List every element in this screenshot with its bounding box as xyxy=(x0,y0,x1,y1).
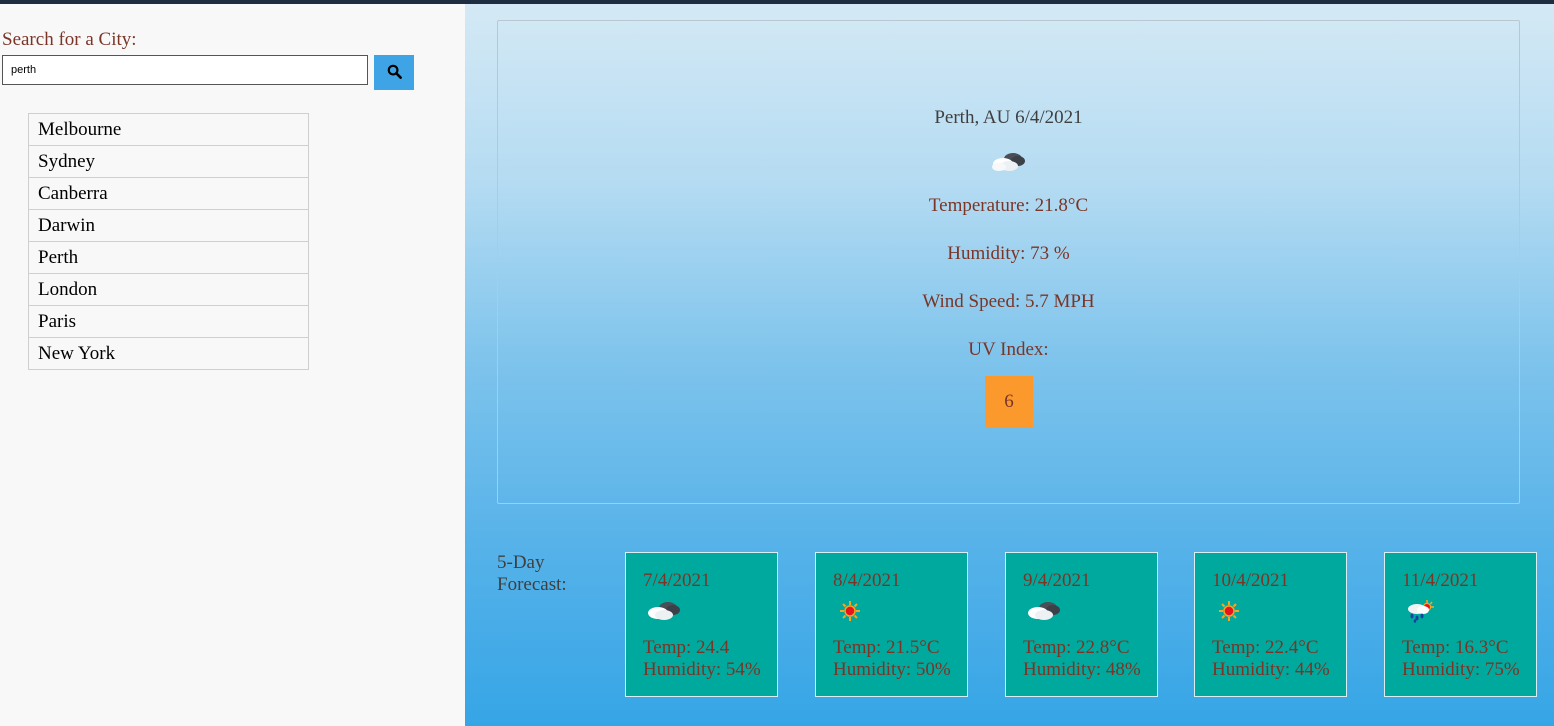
search-label: Search for a City: xyxy=(2,29,137,50)
cloudy-icon xyxy=(1026,599,1062,626)
rain-sun-icon xyxy=(1405,599,1437,628)
city-heading: Perth, AU 6/4/2021 xyxy=(934,107,1083,128)
weather-panel: Perth, AU 6/4/2021 Temperature: 21.8°C H… xyxy=(465,4,1554,726)
uv-index-badge: 6 xyxy=(985,376,1033,428)
forecast-date: 8/4/2021 xyxy=(833,570,901,591)
uv-index-label: UV Index: xyxy=(968,339,1049,360)
forecast-temp: Temp: 22.8°C xyxy=(1023,637,1130,658)
forecast-date: 9/4/2021 xyxy=(1023,570,1091,591)
history-item-darwin[interactable]: Darwin xyxy=(28,209,309,241)
history-item-melbourne[interactable]: Melbourne xyxy=(28,113,309,145)
history-item-perth[interactable]: Perth xyxy=(28,241,309,273)
forecast-card: 8/4/2021 Temp: 21.5°C Humidity: 50% xyxy=(815,552,968,697)
forecast-temp: Temp: 16.3°C xyxy=(1402,637,1509,658)
cloudy-icon xyxy=(991,149,1027,178)
forecast-humidity: Humidity: 75% xyxy=(1402,659,1520,680)
forecast-humidity: Humidity: 48% xyxy=(1023,659,1141,680)
forecast-title: 5-Day Forecast: xyxy=(497,552,567,595)
search-icon xyxy=(387,64,402,82)
forecast-humidity: Humidity: 50% xyxy=(833,659,951,680)
sun-icon xyxy=(836,599,864,628)
history-item-paris[interactable]: Paris xyxy=(28,305,309,337)
current-temperature: Temperature: 21.8°C xyxy=(928,195,1089,216)
current-weather-card: Perth, AU 6/4/2021 Temperature: 21.8°C H… xyxy=(497,20,1520,504)
forecast-card: 7/4/2021 Temp: 24.4 Humidity: 54% xyxy=(625,552,778,697)
cloudy-icon xyxy=(646,599,682,626)
sun-icon xyxy=(1215,599,1243,628)
forecast-temp: Temp: 22.4°C xyxy=(1212,637,1319,658)
current-humidity: Humidity: 73 % xyxy=(947,243,1070,264)
forecast-date: 11/4/2021 xyxy=(1402,570,1479,591)
forecast-temp: Temp: 21.5°C xyxy=(833,637,940,658)
history-item-new-york[interactable]: New York xyxy=(28,337,309,370)
sidebar: Search for a City: Melbourne Sydney Canb… xyxy=(0,4,465,726)
forecast-card: 10/4/2021 Temp: 22.4°C Humidity: 44% xyxy=(1194,552,1347,697)
history-item-sydney[interactable]: Sydney xyxy=(28,145,309,177)
search-input[interactable] xyxy=(2,55,368,85)
search-history-list: Melbourne Sydney Canberra Darwin Perth L… xyxy=(28,113,309,370)
forecast-card: 9/4/2021 Temp: 22.8°C Humidity: 48% xyxy=(1005,552,1158,697)
search-button[interactable] xyxy=(374,55,414,90)
forecast-temp: Temp: 24.4 xyxy=(643,637,730,658)
forecast-date: 10/4/2021 xyxy=(1212,570,1290,591)
forecast-date: 7/4/2021 xyxy=(643,570,711,591)
history-item-canberra[interactable]: Canberra xyxy=(28,177,309,209)
forecast-card: 11/4/2021 Temp: 16.3°C Humidity: 75% xyxy=(1384,552,1537,697)
forecast-humidity: Humidity: 54% xyxy=(643,659,761,680)
forecast-humidity: Humidity: 44% xyxy=(1212,659,1330,680)
history-item-london[interactable]: London xyxy=(28,273,309,305)
current-wind-speed: Wind Speed: 5.7 MPH xyxy=(922,291,1095,312)
